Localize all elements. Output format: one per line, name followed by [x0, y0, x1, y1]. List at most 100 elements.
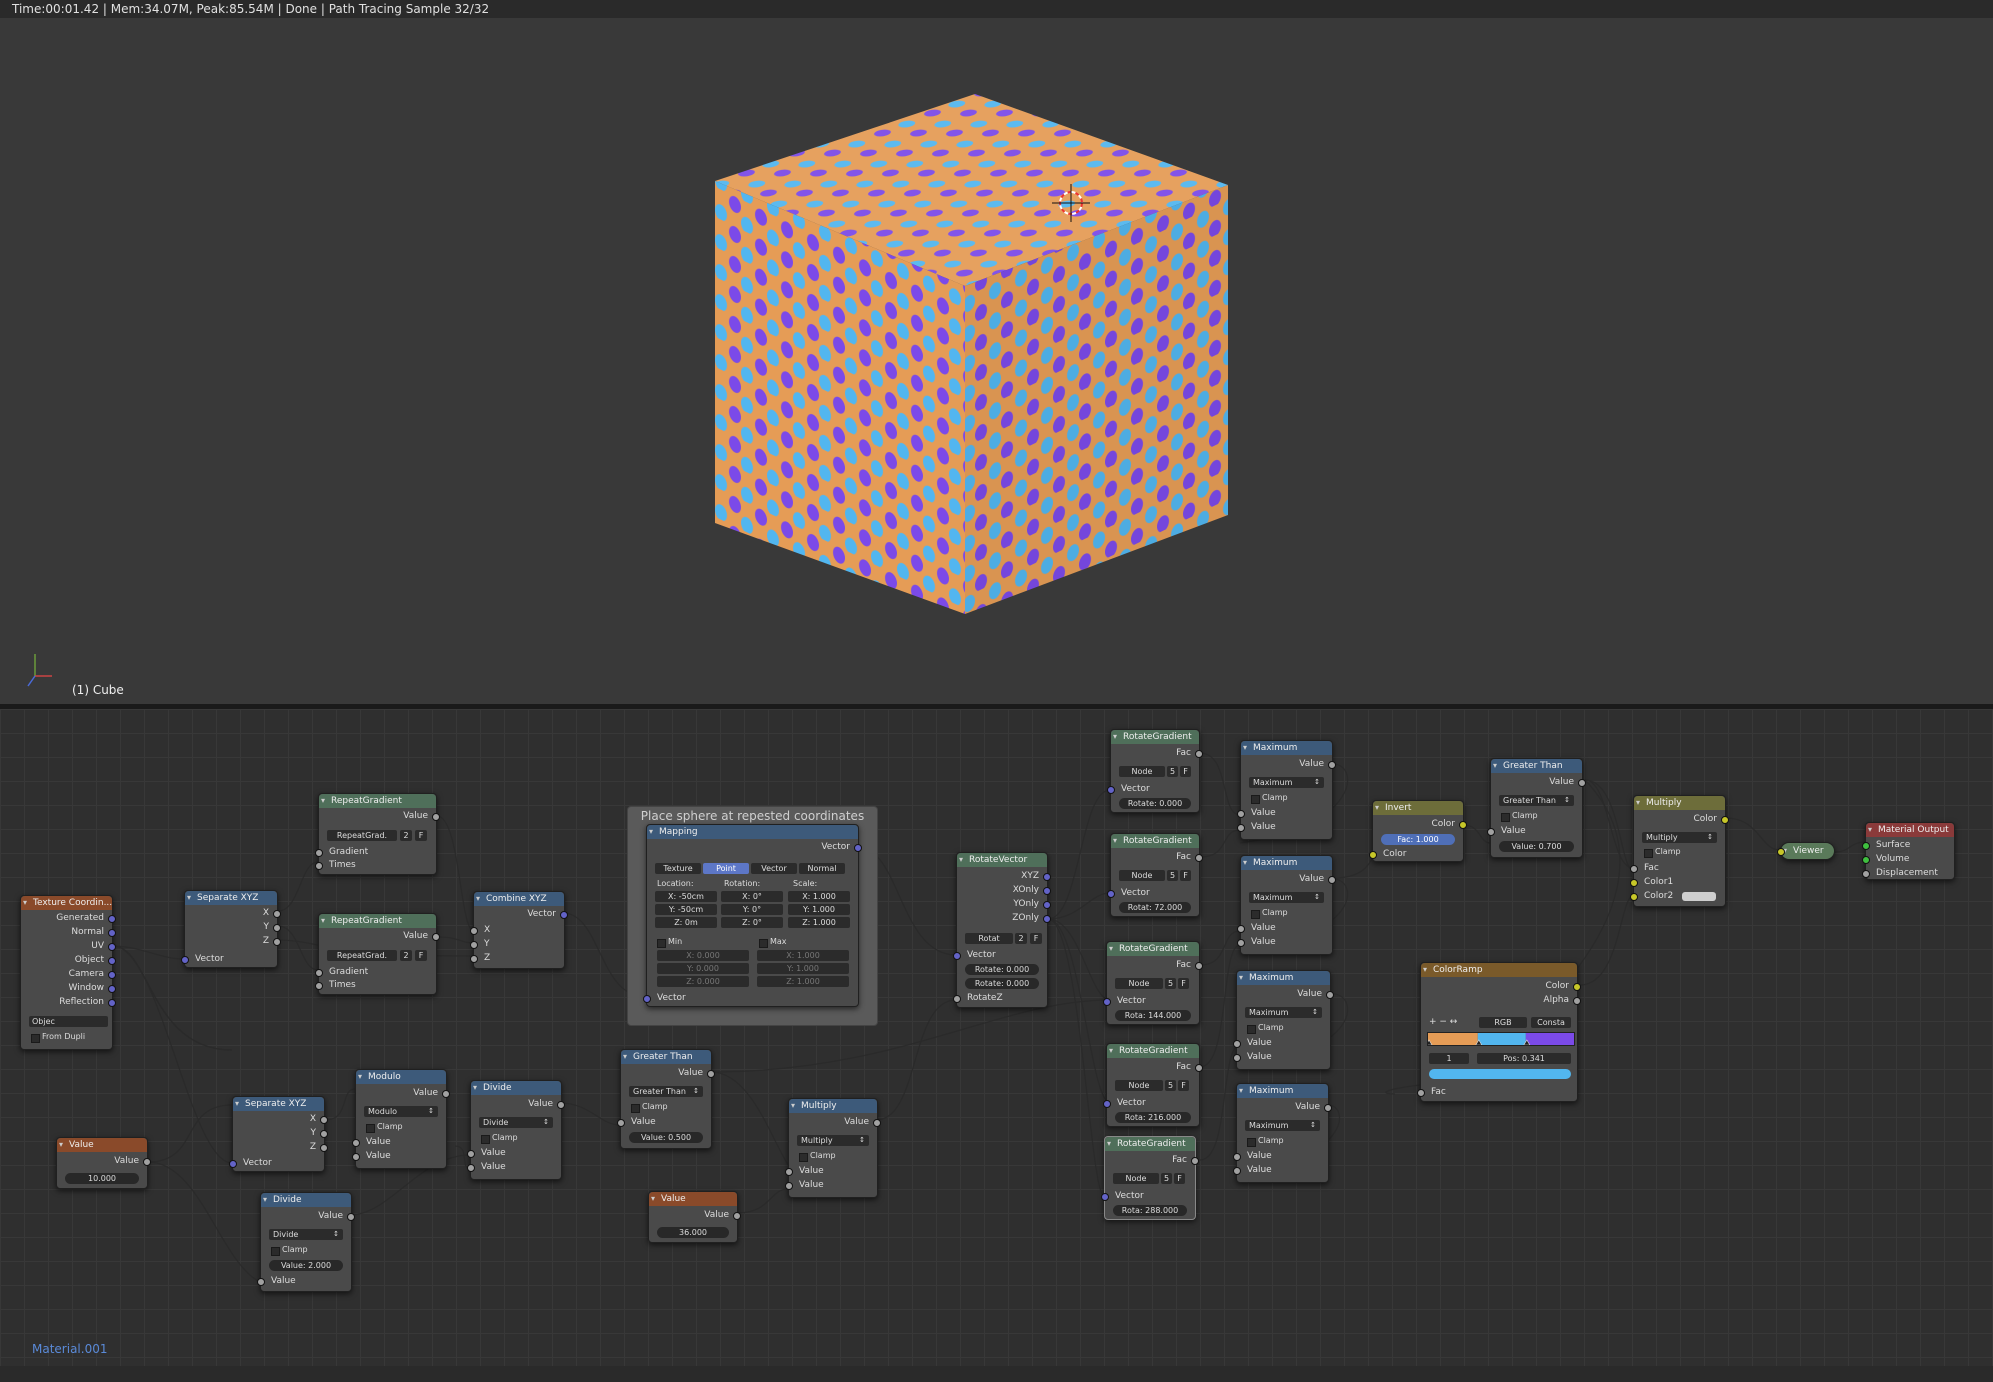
input-rotatez[interactable]: RotateZ: [953, 992, 1047, 1004]
input-value-2[interactable]: Value: [1237, 821, 1332, 833]
operation-dropdown[interactable]: Multiply: [797, 1135, 869, 1146]
location-z[interactable]: Z: 0m: [655, 917, 717, 928]
node-rotate-vector[interactable]: RotateVector XYZ XOnly YOnly ZOnly Rotat…: [953, 852, 1051, 1008]
node-group-selector[interactable]: Node: [1119, 870, 1165, 881]
node-repeat-gradient-2[interactable]: RepeatGradient Value RepeatGrad. 2 F Gra…: [315, 913, 440, 995]
node-rotate-gradient-1[interactable]: RotateGradient Fac Node 5 F Vector Rotat…: [1107, 729, 1203, 813]
output-reflection[interactable]: Reflection: [21, 996, 116, 1008]
output-xonly[interactable]: XOnly: [957, 884, 1051, 896]
input-vector[interactable]: Vector: [181, 953, 277, 965]
fake-user-button[interactable]: F: [415, 950, 427, 961]
tab-vector[interactable]: Vector: [751, 863, 797, 874]
output-value[interactable]: Value: [1237, 988, 1334, 1000]
scale-z[interactable]: Z: 1.000: [788, 917, 850, 928]
input-value-1[interactable]: Value: [1237, 807, 1332, 819]
color2-swatch[interactable]: [1682, 892, 1716, 901]
from-dupli-checkbox[interactable]: From Dupli: [31, 1031, 85, 1043]
input-y[interactable]: Y: [470, 938, 564, 950]
input-x[interactable]: X: [470, 924, 564, 936]
input-color[interactable]: Color: [1369, 848, 1463, 860]
input-value-2[interactable]: Value: [467, 1161, 561, 1173]
rotate-field[interactable]: Rota: 216.000: [1115, 1112, 1191, 1123]
input-vector[interactable]: Vector: [1107, 783, 1199, 795]
clamp-checkbox[interactable]: Clamp: [366, 1121, 403, 1133]
input-fac[interactable]: Fac: [1417, 1086, 1577, 1098]
output-value[interactable]: Value: [1241, 758, 1336, 770]
node-greater-than-2[interactable]: Greater Than Value Greater Than Clamp Va…: [1487, 758, 1586, 858]
input-value-1[interactable]: Value: [785, 1165, 877, 1177]
node-rotate-gradient-4[interactable]: RotateGradient Fac Node 5 F Vector Rota:…: [1103, 1043, 1203, 1127]
input-surface[interactable]: Surface: [1862, 839, 1954, 851]
node-group-selector[interactable]: RepeatGrad.: [327, 830, 397, 841]
node-group-selector[interactable]: Node: [1115, 978, 1163, 989]
input-value-2[interactable]: Value: [352, 1150, 446, 1162]
operation-dropdown[interactable]: Modulo: [364, 1106, 438, 1117]
fake-user-button[interactable]: F: [1178, 978, 1189, 989]
node-group-selector[interactable]: Rotat: [965, 933, 1013, 944]
node-maximum-3[interactable]: Maximum Value Maximum Clamp Value Value: [1233, 970, 1334, 1070]
node-group-selector[interactable]: Node: [1115, 1080, 1163, 1091]
output-vector[interactable]: Vector: [474, 908, 568, 920]
input-times[interactable]: Times: [315, 979, 436, 991]
clamp-checkbox[interactable]: Clamp: [1251, 907, 1288, 919]
location-y[interactable]: Y: -50cm: [655, 904, 717, 915]
scale-x[interactable]: X: 1.000: [788, 891, 850, 902]
output-z[interactable]: Z: [233, 1141, 328, 1153]
object-field[interactable]: Objec: [29, 1016, 108, 1027]
operation-dropdown[interactable]: Maximum: [1245, 1120, 1320, 1131]
output-z[interactable]: Z: [185, 935, 281, 947]
operation-dropdown[interactable]: Greater Than: [629, 1086, 703, 1097]
input-value-2[interactable]: Value: [785, 1179, 877, 1191]
output-y[interactable]: Y: [233, 1127, 328, 1139]
value-field[interactable]: 36.000: [657, 1227, 729, 1238]
output-uv[interactable]: UV: [21, 940, 116, 952]
input-vector[interactable]: Vector: [1103, 1097, 1199, 1109]
output-object[interactable]: Object: [21, 954, 116, 966]
fake-user-button[interactable]: F: [1174, 1173, 1185, 1184]
output-xyz[interactable]: XYZ: [957, 870, 1051, 882]
node-rotate-gradient-2[interactable]: RotateGradient Fac Node 5 F Vector Rotat…: [1107, 833, 1203, 917]
input-value-2[interactable]: Value: [1233, 1164, 1328, 1176]
output-x[interactable]: X: [185, 907, 281, 919]
output-value[interactable]: Value: [319, 930, 440, 942]
node-texture-coordinate[interactable]: Texture Coordin... Generated Normal UV O…: [20, 895, 116, 1050]
active-stop-color[interactable]: [1429, 1069, 1571, 1079]
output-value[interactable]: Value: [649, 1209, 741, 1221]
output-window[interactable]: Window: [21, 982, 116, 994]
node-combine-xyz[interactable]: Combine XYZ Vector X Y Z: [470, 891, 568, 969]
node-greater-than-1[interactable]: Greater Than Value Greater Than Clamp Va…: [617, 1049, 715, 1149]
node-modulo[interactable]: Modulo Value Modulo Clamp Value Value: [352, 1069, 450, 1169]
clamp-checkbox[interactable]: Clamp: [481, 1132, 518, 1144]
output-yonly[interactable]: YOnly: [957, 898, 1051, 910]
clamp-checkbox[interactable]: Clamp: [1644, 846, 1681, 858]
node-rotate-gradient-3[interactable]: RotateGradient Fac Node 5 F Vector Rota:…: [1103, 941, 1203, 1025]
input-vector[interactable]: Vector: [1101, 1190, 1195, 1202]
output-value[interactable]: Value: [319, 810, 440, 822]
rotate-y-field[interactable]: Rotate: 0.000: [965, 978, 1039, 989]
output-value[interactable]: Value: [1237, 1101, 1332, 1113]
input-displacement[interactable]: Displacement: [1862, 867, 1954, 879]
max-checkbox[interactable]: Max: [759, 936, 787, 948]
stop-position-field[interactable]: Pos: 0.341: [1477, 1053, 1571, 1064]
node-mapping[interactable]: Mapping Vector Texture Point Vector Norm…: [643, 824, 862, 1007]
output-fac[interactable]: Fac: [1105, 1154, 1199, 1166]
output-alpha[interactable]: Alpha: [1421, 994, 1581, 1006]
input-vector[interactable]: Vector: [1107, 887, 1199, 899]
node-separate-xyz-2[interactable]: Separate XYZ X Y Z Vector: [229, 1096, 328, 1172]
color-mode-dropdown[interactable]: RGB: [1479, 1017, 1527, 1028]
node-maximum-1[interactable]: Maximum Value Maximum Clamp Value Value: [1237, 740, 1336, 840]
output-fac[interactable]: Fac: [1111, 747, 1203, 759]
input-fac[interactable]: Fac: [1630, 862, 1725, 874]
node-group-selector[interactable]: RepeatGrad.: [327, 950, 397, 961]
output-value[interactable]: Value: [789, 1116, 881, 1128]
node-divide-1[interactable]: Divide Value Divide Clamp Value Value: [467, 1080, 565, 1180]
operation-dropdown[interactable]: Divide: [479, 1117, 553, 1128]
output-value[interactable]: Value: [471, 1098, 565, 1110]
rotate-field[interactable]: Rota: 144.000: [1115, 1010, 1191, 1021]
input-vector[interactable]: Vector: [1103, 995, 1199, 1007]
fac-field[interactable]: Fac: 1.000: [1381, 834, 1455, 845]
fake-user-button[interactable]: F: [1030, 933, 1042, 944]
rotation-y[interactable]: Y: 0°: [721, 904, 783, 915]
input-value-1[interactable]: Value: [352, 1136, 446, 1148]
output-normal[interactable]: Normal: [21, 926, 116, 938]
